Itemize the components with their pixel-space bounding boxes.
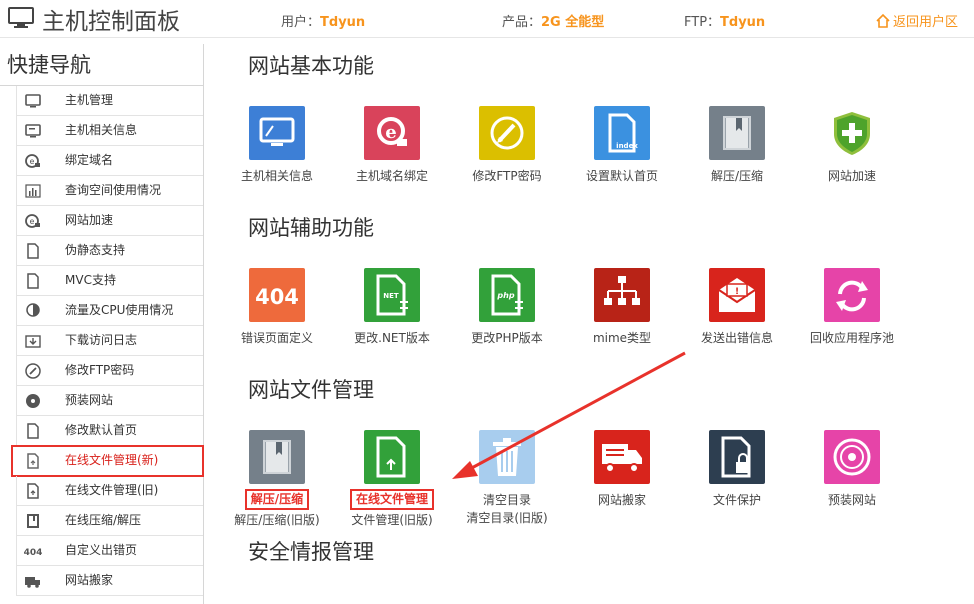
annotation-arrow: [452, 351, 686, 479]
